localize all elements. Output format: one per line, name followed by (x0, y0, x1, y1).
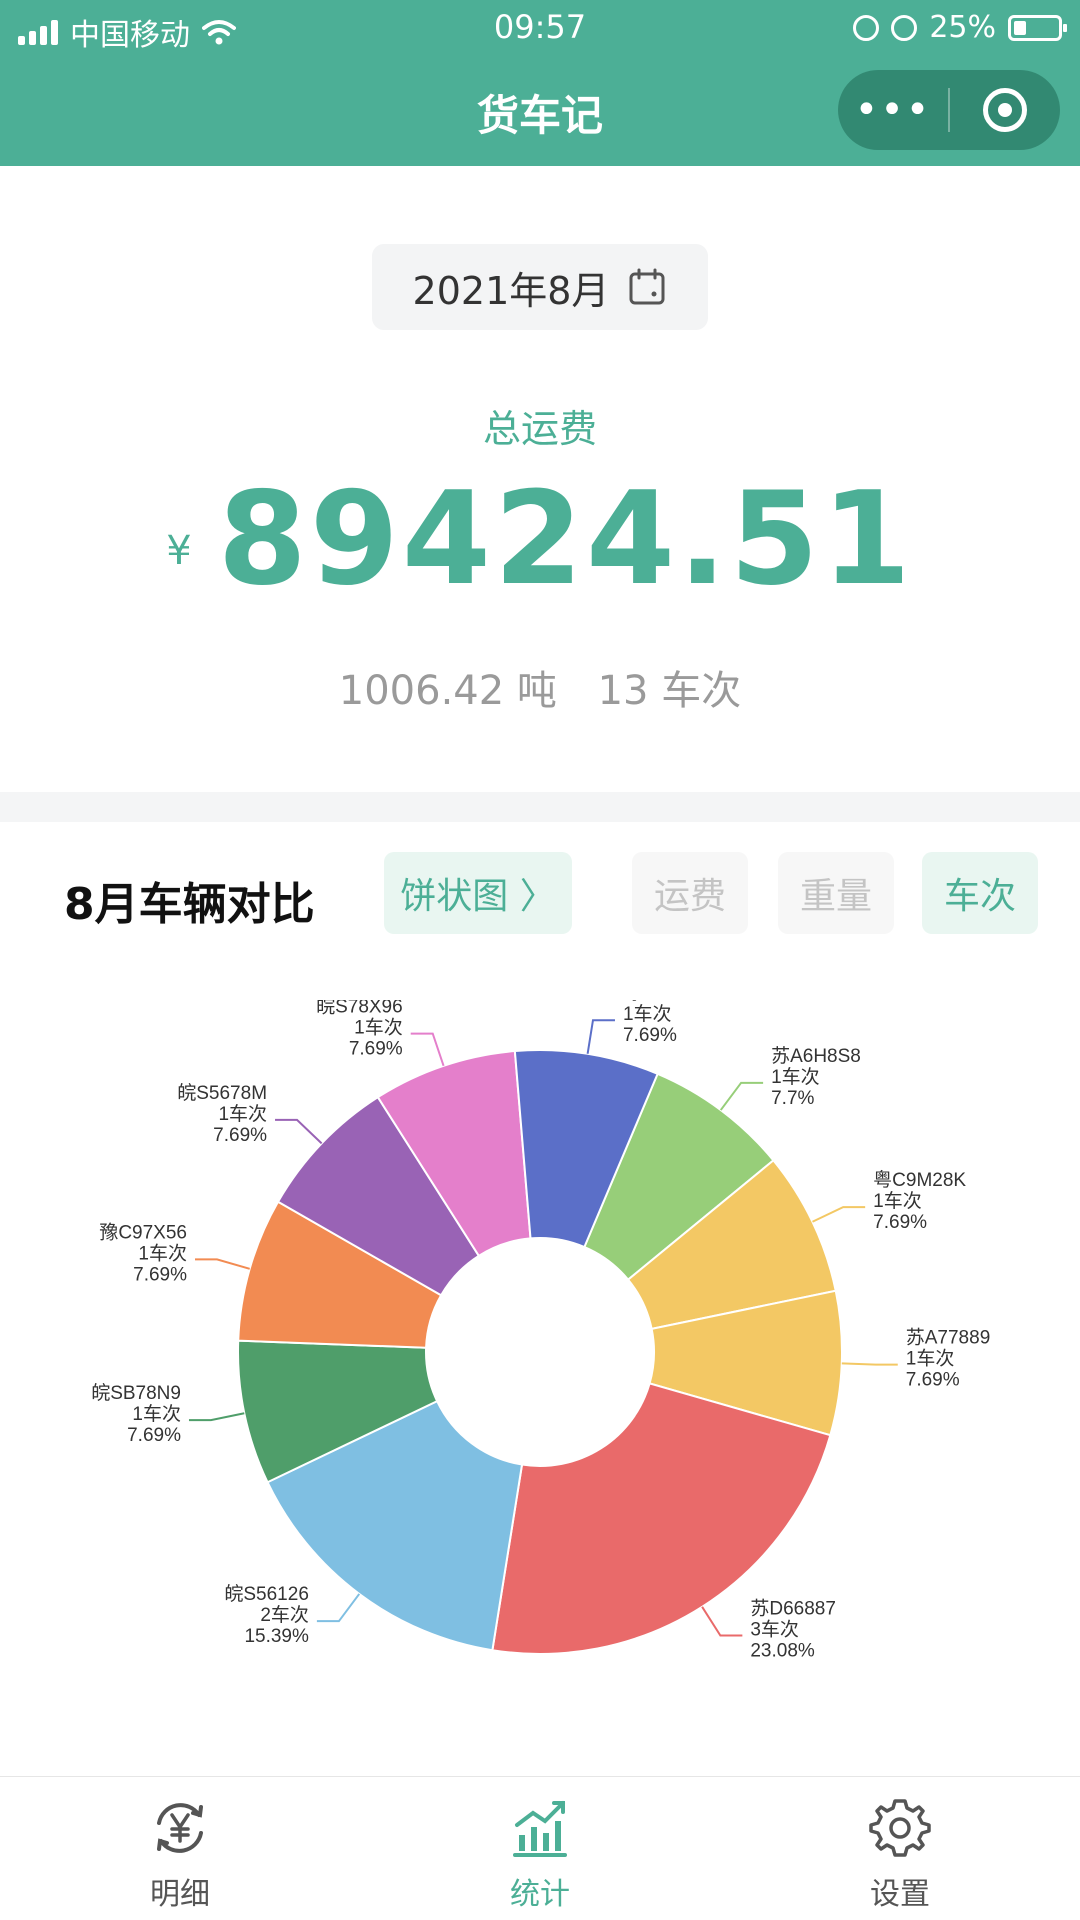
mini-program-capsule: ••• (838, 70, 1060, 150)
summary-stats: 1006.42 吨 13 车次 (0, 658, 1080, 716)
slice-label-name: 皖S78X96 (316, 1000, 403, 1018)
tab-settings-label: 设置 (870, 1877, 930, 1912)
slice-label-count: 1车次 (873, 1190, 922, 1212)
slice-label-percent: 7.69% (127, 1425, 181, 1446)
tab-bar: 明细 统计 设置 (0, 1776, 1080, 1920)
slice-label-count: 3车次 (750, 1618, 799, 1640)
slice-label-percent: 7.69% (906, 1370, 960, 1391)
slice-label-percent: 7.69% (623, 1025, 677, 1046)
tab-weight[interactable]: 重量 (778, 852, 894, 934)
slice-label-count: 1车次 (354, 1017, 403, 1039)
slice-label-percent: 7.7% (771, 1088, 814, 1109)
battery-percent: 25% (929, 10, 996, 45)
leader-line (812, 1206, 866, 1223)
slice-label-count: 1车次 (771, 1066, 820, 1088)
target-icon[interactable] (950, 88, 1060, 132)
slice-label-count: 2车次 (260, 1604, 309, 1626)
gear-icon (869, 1799, 931, 1857)
total-amount-row: ¥ 89424.51 (0, 465, 1080, 630)
slice-label-percent: 7.69% (213, 1125, 267, 1146)
leader-line (701, 1606, 743, 1637)
header: 中国移动 09:57 25% 货车记 ••• (0, 0, 1080, 166)
slice-label-percent: 7.69% (349, 1039, 403, 1060)
slice-label-name: 皖S5678M (177, 1082, 267, 1104)
slice-label-name: 苏D66887 (750, 1597, 836, 1619)
tab-stats-label: 统计 (510, 1877, 570, 1912)
leader-line (719, 1081, 764, 1111)
chart-type-button[interactable]: 饼状图 〉 (384, 852, 572, 934)
currency-symbol: ¥ (166, 528, 192, 574)
donut-chart: 苏A6H8S81车次7.7%粤C9M28K1车次7.69%苏A778891车次7… (91, 1000, 991, 1661)
leader-line (586, 1019, 615, 1054)
total-amount: 89424.51 (217, 465, 914, 614)
yen-cycle-icon (157, 1803, 203, 1853)
leader-line (841, 1362, 898, 1366)
leader-line (316, 1593, 361, 1623)
slice-label-count: 1车次 (906, 1348, 955, 1370)
slice-label-name: 皖SB78N9 (91, 1382, 181, 1404)
slice-label-name: 苏A6H8S8 (771, 1045, 861, 1067)
total-freight-label: 总运费 (482, 407, 597, 451)
slice-label-count: 1车次 (132, 1403, 181, 1425)
slice-label-percent: 7.69% (133, 1264, 187, 1285)
slice-label-count: 1车次 (218, 1103, 267, 1125)
slice-label-name: 苏A77889 (906, 1327, 991, 1349)
tab-settings[interactable]: 设置 (720, 1777, 1080, 1920)
tab-freight[interactable]: 运费 (632, 852, 748, 934)
leader-line (410, 1032, 445, 1067)
section-title: 8月车辆对比 (64, 879, 315, 930)
tab-trips[interactable]: 车次 (922, 852, 1038, 934)
leader-line (188, 1412, 245, 1422)
status-right: 25% (853, 10, 1067, 45)
section-divider (0, 792, 1080, 822)
tab-detail-label: 明细 (150, 1877, 210, 1912)
slice-label-percent: 15.39% (244, 1626, 309, 1647)
slice-label-name: 粤C9M28K (873, 1169, 966, 1191)
alarm-icon (891, 14, 918, 41)
total-trips: 13 车次 (597, 668, 742, 714)
month-picker[interactable]: 2021年8月 (372, 244, 708, 330)
slice-label-percent: 7.69% (873, 1212, 927, 1233)
orientation-lock-icon (853, 14, 880, 41)
slice-label-count: 1车次 (138, 1242, 187, 1264)
tab-detail[interactable]: 明细 (0, 1777, 360, 1920)
slice-label-count: 1车次 (623, 1003, 672, 1025)
chart-icon (513, 1801, 567, 1857)
status-bar: 中国移动 09:57 25% (0, 0, 1080, 56)
calendar-icon (629, 268, 665, 305)
slice-label-name: 皖S56126 (224, 1583, 309, 1605)
battery-icon (1008, 14, 1067, 41)
total-weight: 1006.42 吨 (338, 668, 557, 714)
month-label: 2021年8月 (412, 268, 610, 313)
leader-line (275, 1118, 323, 1145)
tab-stats[interactable]: 统计 (360, 1777, 720, 1920)
ellipsis-icon[interactable]: ••• (838, 70, 948, 150)
slice-label-percent: 23.08% (750, 1640, 815, 1661)
leader-line (195, 1258, 250, 1270)
slice-label-name: 豫C97X56 (99, 1221, 187, 1243)
